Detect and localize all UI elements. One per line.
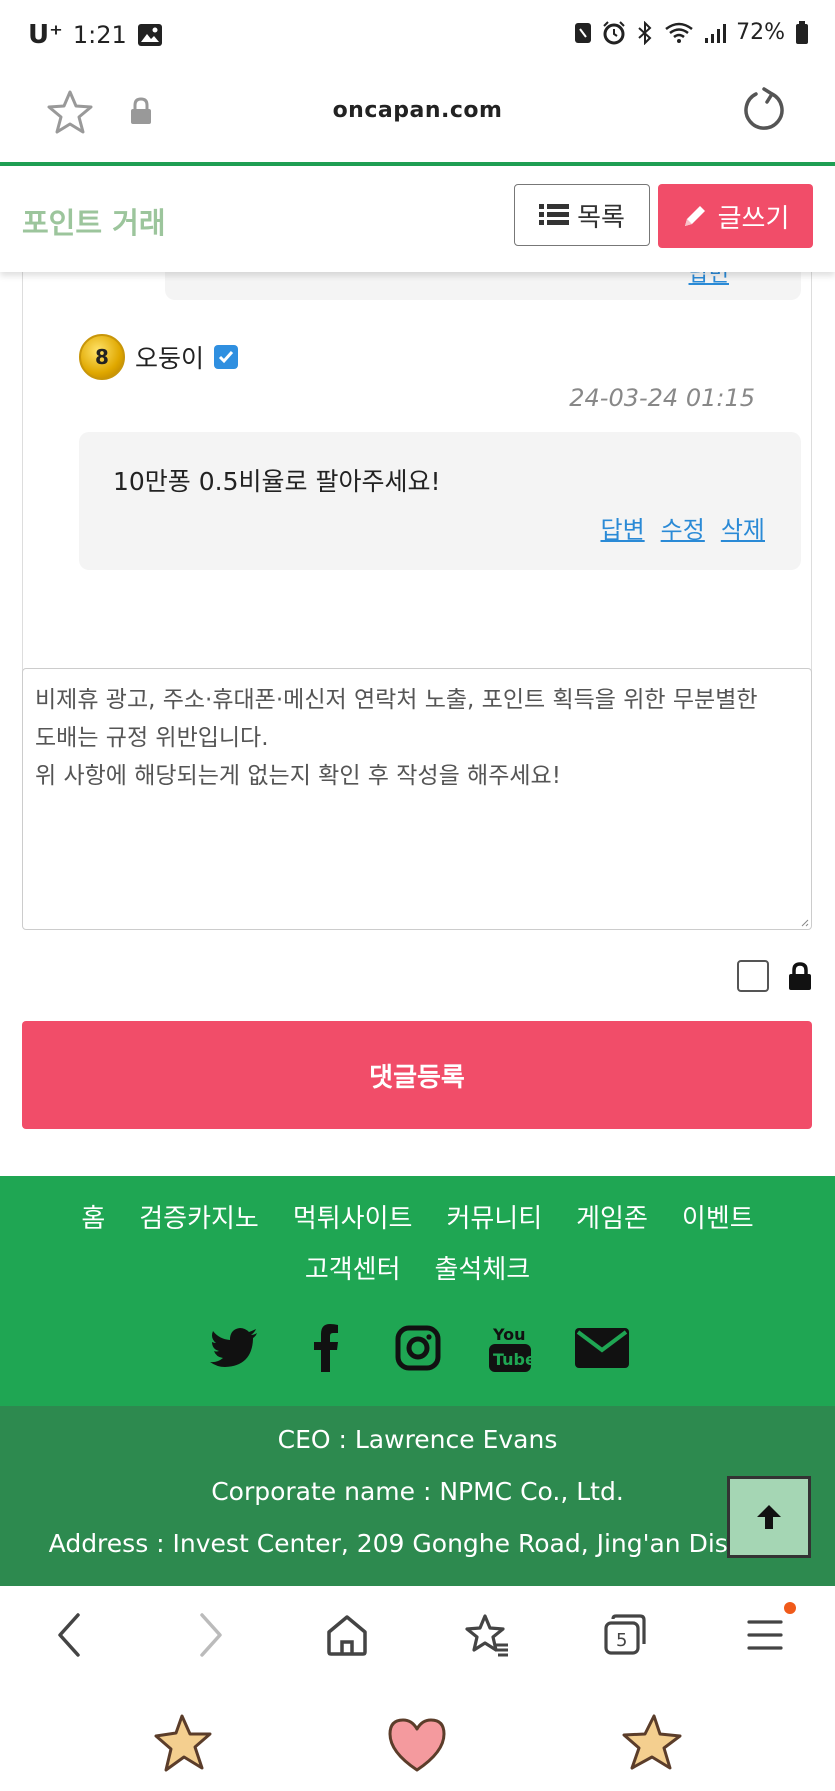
footer-navigation: 홈 검증카지노 먹튀사이트 커뮤니티 게임존 이벤트 고객센터 출석체크 You… — [0, 1176, 835, 1406]
home-icon — [327, 1615, 367, 1656]
reload-icon[interactable] — [739, 86, 789, 136]
verified-check-icon — [214, 345, 239, 369]
battery-percent: 72% — [736, 20, 785, 45]
facebook-icon[interactable] — [298, 1322, 354, 1374]
resize-grip-icon[interactable] — [799, 917, 809, 927]
delete-link[interactable]: 삭제 — [721, 510, 765, 545]
forward-button[interactable] — [186, 1610, 236, 1660]
arrow-up-icon — [757, 1505, 781, 1529]
status-left: U⁺ 1:21 — [28, 20, 163, 50]
write-button[interactable]: 글쓰기 — [658, 184, 813, 248]
footer-links: 홈 검증카지노 먹튀사이트 커뮤니티 게임존 이벤트 고객센터 출석체크 — [0, 1198, 835, 1286]
forward-arrow-icon — [200, 1613, 222, 1657]
footer-link-verified-casino[interactable]: 검증카지노 — [139, 1198, 259, 1235]
heart-sticker-icon[interactable] — [384, 1712, 450, 1778]
back-button[interactable] — [44, 1610, 94, 1660]
back-arrow-icon — [58, 1613, 80, 1657]
comment-box: 10만퐁 0.5비율로 팔아주세요! 답변 수정 삭제 — [79, 432, 801, 570]
star-sticker-icon[interactable] — [152, 1712, 218, 1778]
image-notification-icon — [137, 24, 162, 46]
tabs-icon: 5 — [604, 1614, 646, 1655]
menu-button[interactable] — [740, 1610, 790, 1660]
corporate-name: Corporate name : NPMC Co., Ltd. — [211, 1477, 624, 1506]
notification-dot — [784, 1602, 796, 1614]
svg-text:You: You — [492, 1325, 526, 1344]
browser-bottom-bar: 5 — [0, 1586, 835, 1682]
board-title[interactable]: 포인트 거래 — [22, 200, 166, 242]
clock: 1:21 — [72, 21, 127, 49]
status-bar: U⁺ 1:21 72% — [0, 0, 835, 72]
list-button-label: 목록 — [577, 202, 625, 233]
pencil-icon — [684, 206, 705, 226]
hamburger-menu-icon — [747, 1620, 783, 1650]
list-icon — [539, 204, 570, 225]
author-name[interactable]: 오둥이 — [135, 339, 204, 375]
secret-option — [737, 960, 813, 992]
footer-link-events[interactable]: 이벤트 — [682, 1198, 754, 1235]
ceo-info: CEO : Lawrence Evans — [277, 1425, 558, 1454]
browser-toolbar: oncapan.com — [0, 72, 835, 166]
social-links: You Tube — [0, 1322, 835, 1374]
url-address[interactable]: oncapan.com — [0, 98, 835, 123]
comment-text: 10만퐁 0.5비율로 팔아주세요! — [113, 467, 441, 496]
tabs-button[interactable]: 5 — [600, 1610, 650, 1660]
reply-link[interactable]: 답변 — [600, 510, 644, 545]
list-button[interactable]: 목록 — [514, 184, 650, 246]
youtube-icon[interactable]: You Tube — [482, 1322, 538, 1374]
mail-icon[interactable] — [574, 1322, 630, 1374]
secret-checkbox[interactable] — [737, 960, 769, 992]
placeholder-line-3: 위 사항에 해당되는게 없는지 확인 후 작성을 해주세요! — [35, 763, 561, 789]
comment-actions: 답변 수정 삭제 — [600, 510, 765, 545]
bookmarks-star-icon — [465, 1614, 508, 1657]
lock-icon — [789, 962, 811, 990]
footer-link-attendance[interactable]: 출석체크 — [435, 1249, 531, 1286]
sticker-bar — [0, 1682, 835, 1791]
signal-icon — [705, 23, 727, 43]
bookmarks-button[interactable] — [462, 1610, 512, 1660]
footer-link-scam-sites[interactable]: 먹튀사이트 — [293, 1198, 413, 1235]
company-address: Address : Invest Center, 209 Gonghe Road… — [48, 1529, 787, 1558]
tab-count: 5 — [616, 1630, 627, 1651]
scroll-top-button[interactable] — [727, 1476, 811, 1558]
placeholder-line-1: 비제휴 광고, 주소·휴대폰·메신저 연락처 노출, 포인트 획득을 위한 무분… — [35, 687, 758, 713]
carrier-label: U⁺ — [28, 20, 63, 50]
footer-link-game-zone[interactable]: 게임존 — [576, 1198, 648, 1235]
status-right: 72% — [574, 20, 809, 45]
edit-link[interactable]: 수정 — [661, 510, 705, 545]
alarm-icon — [603, 20, 625, 44]
board-header: 포인트 거래 목록 글쓰기 — [0, 166, 835, 272]
write-button-label: 글쓰기 — [717, 203, 790, 234]
nfc-icon — [575, 22, 592, 43]
instagram-icon[interactable] — [390, 1322, 446, 1374]
reply-textarea[interactable]: 비제휴 광고, 주소·휴대폰·메신저 연락처 노출, 포인트 획득을 위한 무분… — [22, 668, 812, 930]
wifi-icon — [665, 22, 693, 43]
star-sticker-icon-2[interactable] — [618, 1712, 684, 1778]
home-button[interactable] — [322, 1610, 372, 1660]
footer-link-support[interactable]: 고객센터 — [305, 1249, 401, 1286]
footer-link-community[interactable]: 커뮤니티 — [446, 1198, 542, 1235]
submit-comment-button[interactable]: 댓글등록 — [22, 1021, 812, 1129]
bluetooth-icon — [638, 20, 652, 45]
footer-link-home[interactable]: 홈 — [81, 1198, 105, 1235]
comment-date: 24-03-24 01:15 — [569, 384, 755, 412]
comment-author: 8 오둥이 — [79, 334, 239, 380]
battery-icon — [796, 20, 808, 44]
twitter-icon[interactable] — [206, 1322, 262, 1374]
company-info: CEO : Lawrence Evans Corporate name : NP… — [0, 1406, 835, 1586]
level-badge-icon: 8 — [79, 334, 125, 380]
svg-text:Tube: Tube — [493, 1350, 533, 1369]
placeholder-line-2: 도배는 규정 위반입니다. — [35, 725, 269, 751]
